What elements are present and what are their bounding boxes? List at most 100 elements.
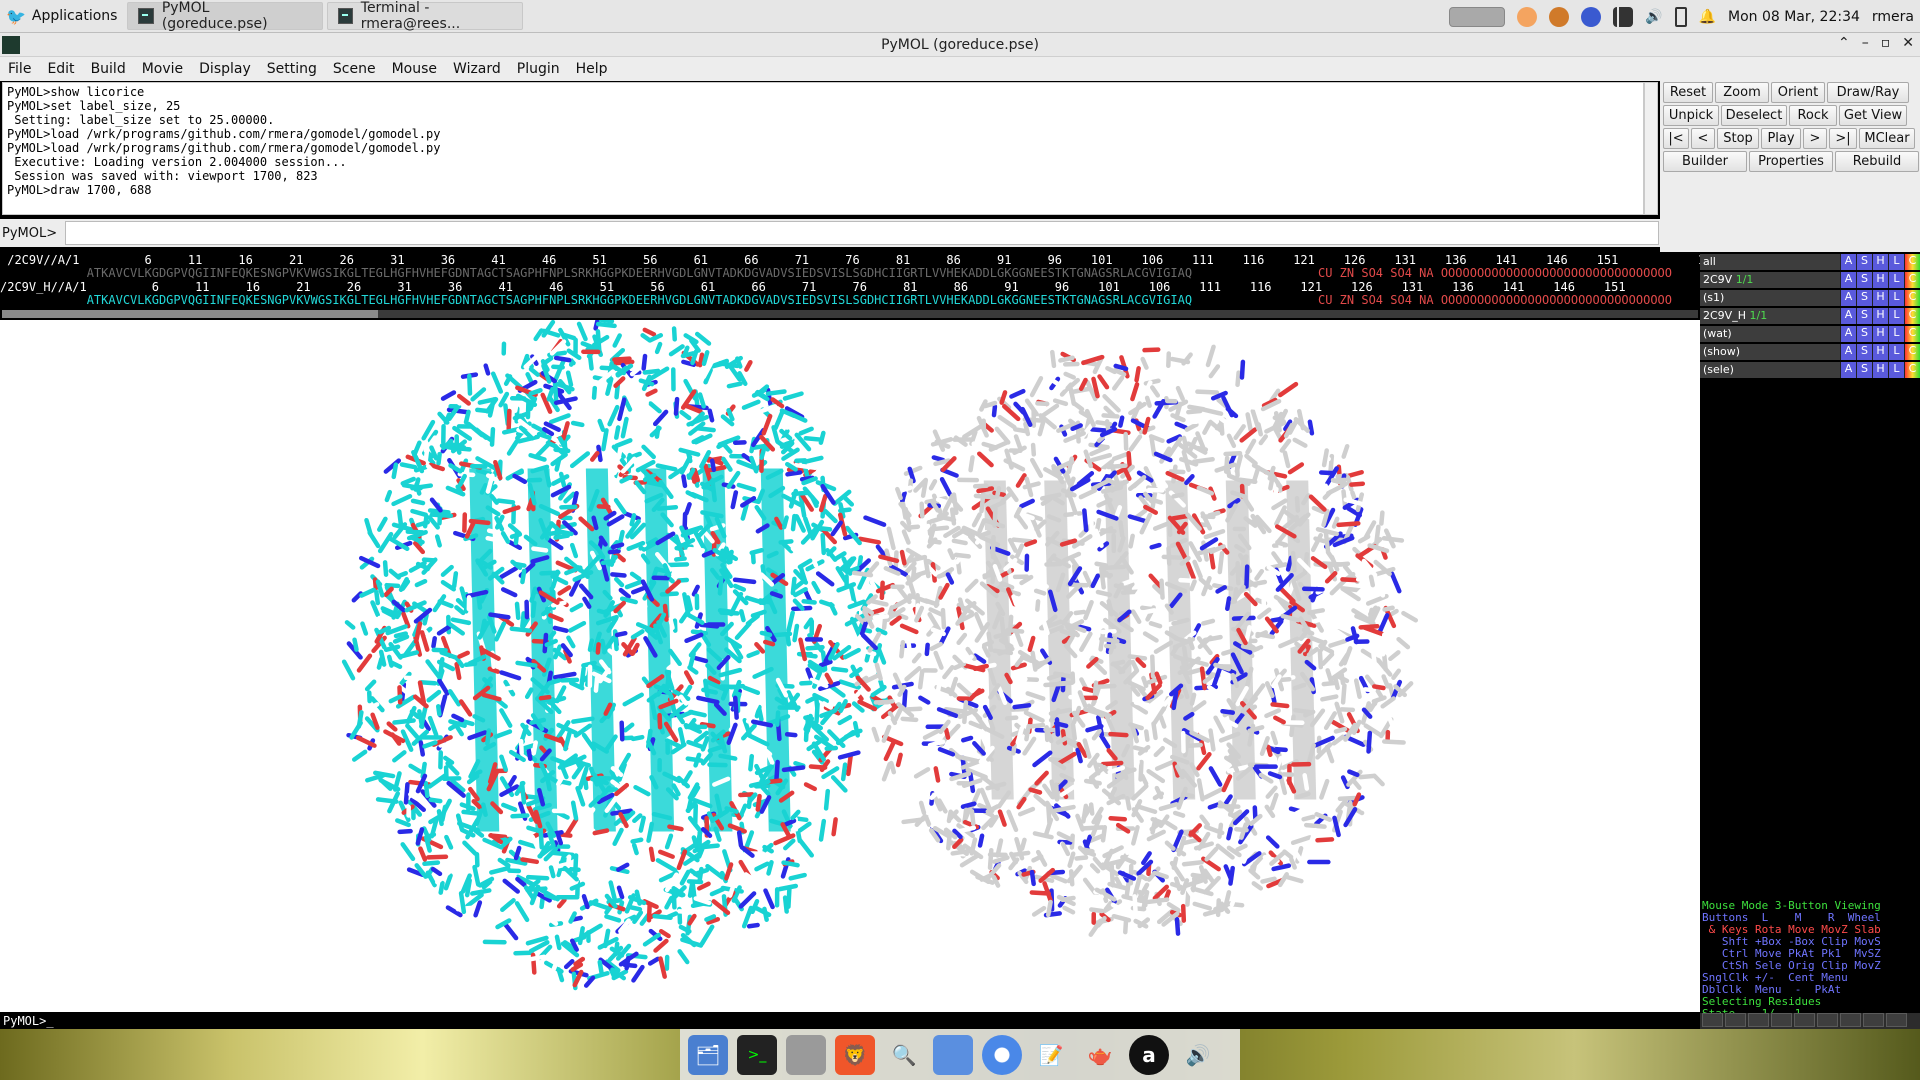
molecular-3d-viewport[interactable] <box>0 320 1700 1012</box>
folder-icon[interactable] <box>933 1034 973 1075</box>
shade-window-icon[interactable]: ⌃ <box>1838 35 1850 51</box>
back-button[interactable]: < <box>1691 128 1715 149</box>
bottom-prompt[interactable]: PyMOL>_ <box>0 1013 1700 1029</box>
menu-wizard[interactable]: Wizard <box>445 61 509 77</box>
action-button[interactable]: A <box>1840 254 1856 270</box>
menu-file[interactable]: File <box>0 61 39 77</box>
applications-menu[interactable]: 🐦 Applications <box>0 0 123 33</box>
object-row-2c9v-h[interactable]: 2C9V_H 1/1 ASHLC <box>1700 308 1920 325</box>
object-row-wat[interactable]: (wat) ASHLC <box>1700 326 1920 343</box>
deselect-button[interactable]: Deselect <box>1721 105 1787 126</box>
minimize-window-icon[interactable]: – <box>1862 35 1869 51</box>
object-row-2c9v[interactable]: 2C9V 1/1 ASHLC <box>1700 272 1920 289</box>
movie-down-icon[interactable] <box>1863 1013 1884 1027</box>
movie-rewind-icon[interactable] <box>1702 1013 1723 1027</box>
label-button[interactable]: L <box>1888 326 1904 342</box>
object-row-show[interactable]: (show) ASHLC <box>1700 344 1920 361</box>
color-button[interactable]: C <box>1904 362 1920 378</box>
play-button[interactable]: Play <box>1761 128 1801 149</box>
action-button[interactable]: A <box>1840 344 1856 360</box>
text-editor-icon[interactable]: 📝 <box>1031 1035 1071 1075</box>
brave-browser-icon[interactable]: 🦁 <box>835 1034 875 1075</box>
menu-scene[interactable]: Scene <box>325 61 384 77</box>
workspace-icon[interactable] <box>1449 6 1506 27</box>
label-button[interactable]: L <box>1888 254 1904 270</box>
stop-button[interactable]: Stop <box>1717 128 1759 149</box>
movie-stop-icon[interactable] <box>1748 1013 1769 1027</box>
movie-back-icon[interactable] <box>1725 1013 1746 1027</box>
console-output[interactable]: PyMOL>show licorice PyMOL>set label_size,… <box>2 82 1644 215</box>
hide-button[interactable]: H <box>1872 308 1888 324</box>
menu-mouse[interactable]: Mouse <box>384 61 445 77</box>
action-button[interactable]: A <box>1840 362 1856 378</box>
teapot-icon[interactable]: 🫖 <box>1080 1035 1120 1075</box>
color-button[interactable]: C <box>1904 308 1920 324</box>
label-button[interactable]: L <box>1888 290 1904 306</box>
action-button[interactable]: A <box>1840 308 1856 324</box>
zoom-button[interactable]: Zoom <box>1715 82 1769 103</box>
reset-button[interactable]: Reset <box>1663 82 1713 103</box>
hide-button[interactable]: H <box>1872 362 1888 378</box>
seq-residues-2c9v-h[interactable]: ATKAVCVLKGDGPVQGIINFEQKESNGPVKVWGSIKGLTE… <box>0 293 1192 307</box>
properties-button[interactable]: Properties <box>1749 151 1833 172</box>
movie-forward-icon[interactable] <box>1794 1013 1815 1027</box>
unpick-button[interactable]: Unpick <box>1663 105 1719 126</box>
file-manager-icon[interactable]: 🗂 <box>688 1034 728 1075</box>
show-button[interactable]: S <box>1856 362 1872 378</box>
hide-button[interactable]: H <box>1872 326 1888 342</box>
action-button[interactable]: A <box>1840 272 1856 288</box>
builder-button[interactable]: Builder <box>1663 151 1747 172</box>
action-button[interactable]: A <box>1840 326 1856 342</box>
close-window-icon[interactable]: ✕ <box>1902 35 1914 51</box>
seq-hetero-2c9v-h[interactable]: CU ZN SO4 SO4 NA OOOOOOOOOOOOOOOOOOOOOOO… <box>1318 293 1672 307</box>
volume-dock-icon[interactable]: 🔊 <box>1178 1035 1218 1075</box>
archive-icon[interactable] <box>786 1034 826 1075</box>
console-scrollbar[interactable] <box>1644 82 1658 215</box>
show-button[interactable]: S <box>1856 254 1872 270</box>
show-button[interactable]: S <box>1856 326 1872 342</box>
seq-hetero-2c9v[interactable]: CU ZN SO4 SO4 NA OOOOOOOOOOOOOOOOOOOOOOO… <box>1318 266 1672 280</box>
mouse-mode-help[interactable]: Mouse Mode 3-Button Viewing Buttons L M R… <box>1700 888 1920 1020</box>
get-view-button[interactable]: Get View <box>1839 105 1907 126</box>
hide-button[interactable]: H <box>1872 344 1888 360</box>
seq-residues-2c9v[interactable]: ATKAVCVLKGDGPVQGIINFEQKESNGPVKVWGSIKGLTE… <box>0 266 1192 280</box>
end-button[interactable]: >| <box>1829 128 1857 149</box>
label-button[interactable]: L <box>1888 272 1904 288</box>
label-button[interactable]: L <box>1888 308 1904 324</box>
update-icon[interactable] <box>1549 6 1570 27</box>
menu-display[interactable]: Display <box>191 61 259 77</box>
movie-scene-icon[interactable] <box>1840 1013 1861 1027</box>
color-button[interactable]: C <box>1904 290 1920 306</box>
chromium-icon[interactable] <box>982 1034 1022 1075</box>
anbox-icon[interactable]: a <box>1129 1034 1169 1075</box>
color-button[interactable]: C <box>1904 254 1920 270</box>
hide-button[interactable]: H <box>1872 290 1888 306</box>
menu-edit[interactable]: Edit <box>39 61 82 77</box>
weather-icon[interactable] <box>1517 6 1538 27</box>
color-button[interactable]: C <box>1904 326 1920 342</box>
search-icon[interactable]: 🔍 <box>884 1035 924 1075</box>
terminal-icon[interactable]: >_ <box>737 1034 777 1075</box>
label-button[interactable]: L <box>1888 344 1904 360</box>
label-button[interactable]: L <box>1888 362 1904 378</box>
hide-button[interactable]: H <box>1872 254 1888 270</box>
sequence-scrollbar[interactable] <box>2 310 1698 318</box>
rebuild-button[interactable]: Rebuild <box>1835 151 1919 172</box>
color-button[interactable]: C <box>1904 344 1920 360</box>
menu-build[interactable]: Build <box>83 61 134 77</box>
draw-ray-button[interactable]: Draw/Ray <box>1827 82 1909 103</box>
action-button[interactable]: A <box>1840 290 1856 306</box>
mclear-button[interactable]: MClear <box>1859 128 1915 149</box>
hide-button[interactable]: H <box>1872 272 1888 288</box>
object-row-all[interactable]: all ASHLC <box>1700 254 1920 271</box>
object-row-sele[interactable]: (sele) ASHLC <box>1700 362 1920 379</box>
rock-button[interactable]: Rock <box>1789 105 1837 126</box>
sequence-viewer[interactable]: /2C9V//A/1 6 11 16 21 26 31 36 41 46 51 … <box>0 252 1700 308</box>
task-terminal[interactable]: Terminal - rmera@rees... <box>327 0 524 32</box>
clock[interactable]: Mon 08 Mar, 22:34 <box>1728 9 1860 25</box>
show-button[interactable]: S <box>1856 290 1872 306</box>
menu-setting[interactable]: Setting <box>259 61 325 77</box>
color-button[interactable]: C <box>1904 272 1920 288</box>
menu-plugin[interactable]: Plugin <box>509 61 568 77</box>
bluetooth-icon[interactable] <box>1581 6 1602 27</box>
